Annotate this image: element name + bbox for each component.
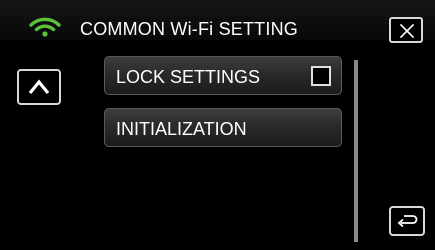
back-button[interactable] (389, 206, 425, 236)
title-bar: COMMON Wi-Fi SETTING (0, 0, 435, 43)
chevron-up-icon (28, 79, 50, 95)
scroll-up-button[interactable] (17, 69, 61, 105)
wifi-icon (28, 16, 62, 38)
page-title: COMMON Wi-Fi SETTING (80, 19, 298, 39)
close-icon (399, 23, 415, 39)
initialization-label: INITIALIZATION (116, 119, 247, 139)
lock-settings-checkbox[interactable] (311, 66, 331, 86)
return-arrow-icon (397, 215, 418, 228)
camera-menu-screen: COMMON Wi-Fi SETTING LOCK SETTINGS INITI… (0, 0, 435, 250)
close-button[interactable] (389, 17, 423, 43)
lock-settings-label: LOCK SETTINGS (116, 67, 261, 87)
initialization-button[interactable]: INITIALIZATION (104, 108, 342, 147)
lock-settings-button[interactable]: LOCK SETTINGS (104, 56, 342, 95)
scrollbar[interactable] (354, 60, 358, 242)
